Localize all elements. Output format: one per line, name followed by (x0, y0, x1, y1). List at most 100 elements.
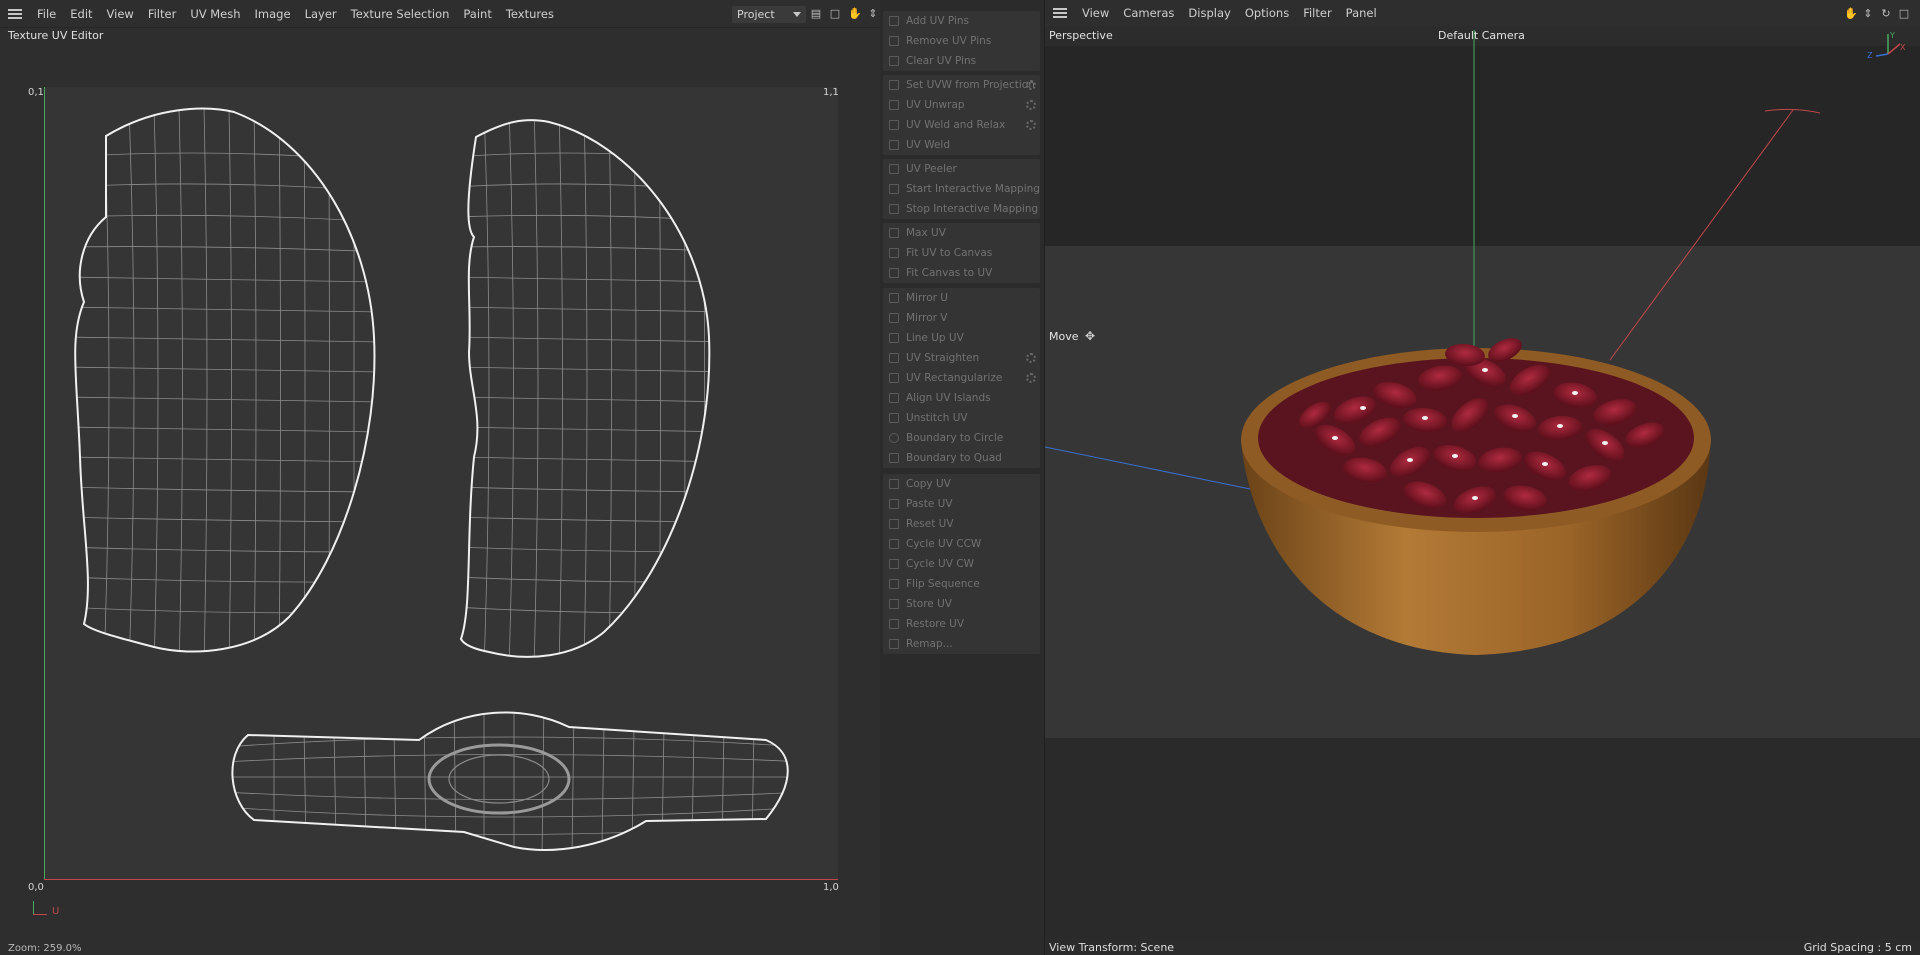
align-uv-islands-button[interactable]: Align UV Islands (883, 388, 1040, 408)
palette-group-transform: Mirror U Mirror V Line Up UV UV Straight… (883, 288, 1040, 468)
uv-unwrap-button[interactable]: UV Unwrap (883, 95, 1040, 115)
boundary-to-circle-button[interactable]: Boundary to Circle (883, 428, 1040, 448)
3d-viewport[interactable]: View Cameras Display Options Filter Pane… (1044, 0, 1920, 955)
palette-label: Max UV (906, 227, 946, 239)
hand-pan-icon[interactable]: ✋ (848, 7, 862, 20)
menu-layer[interactable]: Layer (298, 7, 344, 21)
menu-paint[interactable]: Paint (456, 7, 498, 21)
mirror-u-button[interactable]: Mirror U (883, 288, 1040, 308)
palette-label: Reset UV (906, 518, 954, 530)
uv-weld-button[interactable]: UV Weld (883, 135, 1040, 155)
palette-label: Start Interactive Mapping (906, 183, 1040, 195)
chevron-down-icon (793, 12, 801, 17)
histogram-icon[interactable]: ▤ (810, 7, 822, 20)
palette-group-mapping: UV Peeler Start Interactive Mapping Stop… (883, 159, 1040, 219)
add-uv-pins-button[interactable]: Add UV Pins (883, 11, 1040, 31)
copy-uv-button[interactable]: Copy UV (883, 474, 1040, 494)
corner-label-bottom-right: 1,0 (823, 882, 839, 893)
boundary-to-quad-button[interactable]: Boundary to Quad (883, 448, 1040, 468)
quad-icon (889, 453, 899, 463)
palette-label: Restore UV (906, 618, 965, 630)
fit-uv-to-canvas-button[interactable]: Fit UV to Canvas (883, 243, 1040, 263)
project-select[interactable]: Project (732, 6, 806, 23)
play-icon (889, 184, 899, 194)
fit-canvas-to-uv-button[interactable]: Fit Canvas to UV (883, 263, 1040, 283)
palette-label: UV Straighten (906, 352, 980, 364)
reset-icon (889, 519, 899, 529)
pin-remove-icon (889, 36, 899, 46)
uv-mesh-islands[interactable] (44, 87, 838, 880)
projection-label[interactable]: Perspective (1049, 29, 1113, 42)
cycle-uv-cw-button[interactable]: Cycle UV CW (883, 554, 1040, 574)
stop-interactive-mapping-button[interactable]: Stop Interactive Mapping (883, 199, 1040, 219)
align-icon (889, 393, 899, 403)
menu-edit[interactable]: Edit (63, 7, 99, 21)
lock-icon[interactable]: □ (829, 7, 841, 20)
weld-relax-icon (889, 120, 899, 130)
start-interactive-mapping-button[interactable]: Start Interactive Mapping (883, 179, 1040, 199)
v-axis-line (44, 87, 45, 880)
pin-add-icon (889, 16, 899, 26)
uv-straighten-button[interactable]: UV Straighten (883, 348, 1040, 368)
clear-uv-pins-button[interactable]: Clear UV Pins (883, 51, 1040, 71)
clear-icon (889, 56, 899, 66)
paste-uv-button[interactable]: Paste UV (883, 494, 1040, 514)
menu-filter[interactable]: Filter (141, 7, 183, 21)
weld-icon (889, 140, 899, 150)
zoom-status: Zoom: 259.0% (8, 943, 82, 954)
gear-icon[interactable] (1026, 353, 1036, 363)
store-uv-button[interactable]: Store UV (883, 594, 1040, 614)
corner-label-top-left: 0,1 (28, 87, 44, 98)
u-axis-line (44, 879, 838, 880)
unwrap-icon (889, 100, 899, 110)
remap-button[interactable]: Remap... (883, 634, 1040, 654)
hamburger-menu-icon[interactable] (8, 8, 22, 19)
store-icon (889, 599, 899, 609)
palette-label: Cycle UV CCW (906, 538, 982, 550)
palette-label: UV Peeler (906, 163, 957, 175)
texture-uv-editor-panel: File Edit View Filter UV Mesh Image Laye… (0, 0, 880, 955)
gear-icon[interactable] (1026, 80, 1036, 90)
restore-uv-button[interactable]: Restore UV (883, 614, 1040, 634)
z-axis-line (1045, 446, 1256, 491)
move-icon: ✥ (1085, 329, 1096, 343)
peeler-icon (889, 164, 899, 174)
palette-label: Fit Canvas to UV (906, 267, 993, 279)
gear-icon[interactable] (1026, 373, 1036, 383)
set-uvw-from-projection-button[interactable]: Set UVW from Projection (883, 75, 1040, 95)
move-vertical-icon[interactable]: ⇕ (867, 7, 879, 20)
mini-axis-u-label: U (52, 906, 60, 917)
cycle-uv-ccw-button[interactable]: Cycle UV CCW (883, 534, 1040, 554)
uv-weld-and-relax-button[interactable]: UV Weld and Relax (883, 115, 1040, 135)
reset-uv-button[interactable]: Reset UV (883, 514, 1040, 534)
gear-icon[interactable] (1026, 100, 1036, 110)
mini-axis-u (33, 914, 47, 915)
palette-label: Mirror U (906, 292, 948, 304)
menu-texture-selection[interactable]: Texture Selection (344, 7, 457, 21)
uv-peeler-button[interactable]: UV Peeler (883, 159, 1040, 179)
menu-uv-mesh[interactable]: UV Mesh (183, 7, 247, 21)
menu-view[interactable]: View (100, 7, 141, 21)
palette-label: Flip Sequence (906, 578, 980, 590)
uv-rectangularize-button[interactable]: UV Rectangularize (883, 368, 1040, 388)
palette-label: UV Rectangularize (906, 372, 1003, 384)
axis-gizmo: Y X Z (1867, 31, 1906, 60)
flip-icon (889, 579, 899, 589)
x-axis-line (1609, 109, 1794, 361)
gear-icon[interactable] (1026, 120, 1036, 130)
gizmo-y-label: Y (1889, 31, 1895, 40)
camera-label[interactable]: Default Camera (1438, 29, 1525, 42)
grid-spacing-status: Grid Spacing : 5 cm (1803, 941, 1912, 954)
line-up-uv-button[interactable]: Line Up UV (883, 328, 1040, 348)
flip-sequence-button[interactable]: Flip Sequence (883, 574, 1040, 594)
menu-textures[interactable]: Textures (499, 7, 561, 21)
mirror-v-button[interactable]: Mirror V (883, 308, 1040, 328)
remove-uv-pins-button[interactable]: Remove UV Pins (883, 31, 1040, 51)
menu-file[interactable]: File (30, 7, 63, 21)
fit-canvas-icon (889, 268, 899, 278)
palette-group-fit: Max UV Fit UV to Canvas Fit Canvas to UV (883, 223, 1040, 283)
palette-label: Line Up UV (906, 332, 964, 344)
max-uv-button[interactable]: Max UV (883, 223, 1040, 243)
unstitch-uv-button[interactable]: Unstitch UV (883, 408, 1040, 428)
menu-image[interactable]: Image (248, 7, 298, 21)
